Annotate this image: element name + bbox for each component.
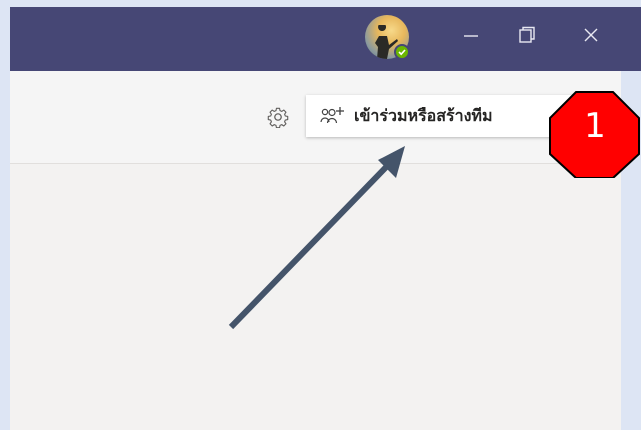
people-add-icon <box>320 107 344 124</box>
title-bar <box>10 7 641 71</box>
close-icon <box>584 28 598 42</box>
close-button[interactable] <box>576 20 606 50</box>
teams-main-pane: เข้าร่วมหรือสร้างทีม <box>10 71 621 430</box>
join-or-create-team-button[interactable]: เข้าร่วมหรือสร้างทีม <box>306 95 575 137</box>
restore-button[interactable] <box>512 20 542 50</box>
join-or-create-team-label: เข้าร่วมหรือสร้างทีม <box>354 105 493 125</box>
restore-icon <box>519 26 535 43</box>
screenshot-frame: เข้าร่วมหรือสร้างทีม 1 <box>0 0 641 430</box>
minimize-icon <box>464 35 478 37</box>
teams-toolbar: เข้าร่วมหรือสร้างทีม <box>10 71 621 164</box>
gear-icon[interactable] <box>267 106 289 128</box>
minimize-button[interactable] <box>456 20 486 50</box>
presence-available-icon <box>394 44 410 60</box>
step-number-label: 1 <box>584 106 606 146</box>
